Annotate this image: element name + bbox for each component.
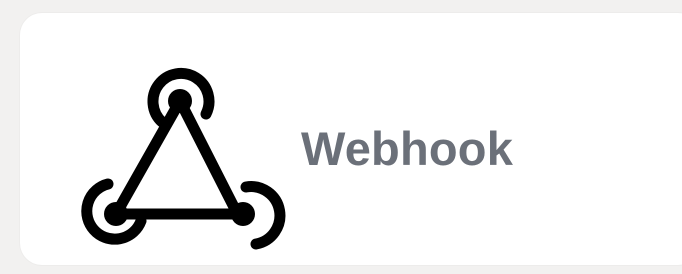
integration-title: Webhook xyxy=(301,122,514,175)
webhook-integration-card[interactable]: Webhook xyxy=(20,13,682,265)
webhook-icon xyxy=(78,53,288,253)
